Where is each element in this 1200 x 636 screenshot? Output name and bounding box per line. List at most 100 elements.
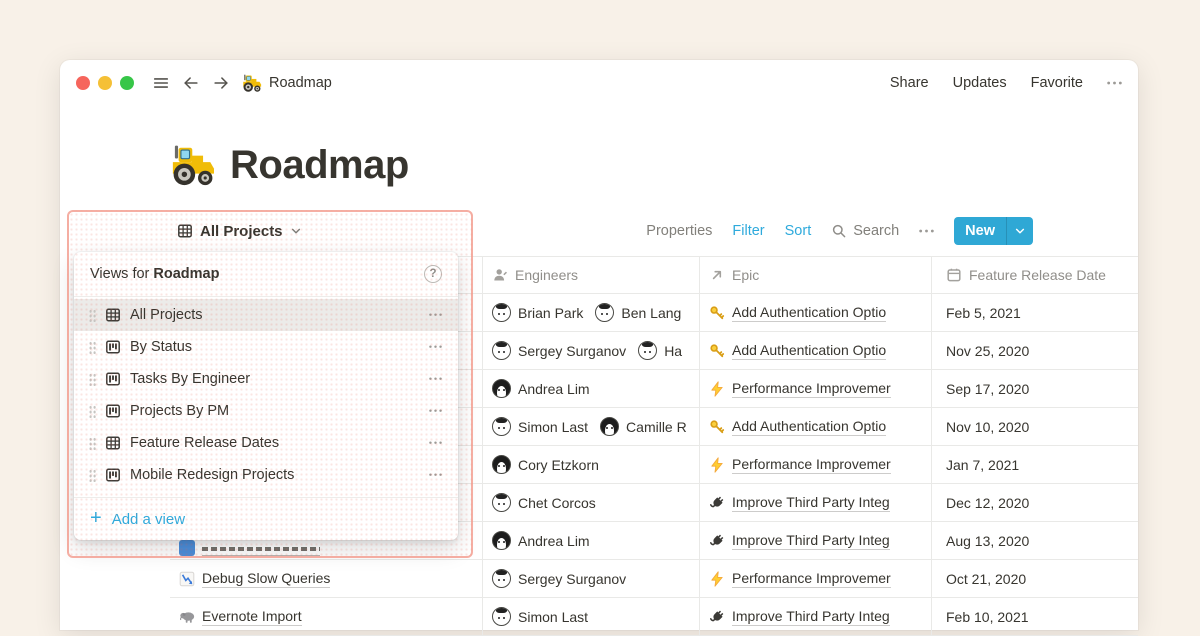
engineer-chip[interactable]: Ben Lang xyxy=(595,303,681,322)
help-icon[interactable]: ? xyxy=(424,265,442,283)
engineer-chip[interactable]: Andrea Lim xyxy=(492,531,590,550)
cell-engineers[interactable]: Chet Corcos xyxy=(483,484,700,521)
cell-release-date[interactable]: Feb 5, 2021 xyxy=(932,294,1138,331)
cell-epic[interactable]: Improve Third Party Integ xyxy=(700,522,932,559)
minimize-window-button[interactable] xyxy=(98,76,112,90)
cell-engineers[interactable]: Brian Park Ben Lang xyxy=(483,294,700,331)
engineer-chip[interactable]: Andrea Lim xyxy=(492,379,590,398)
cell-epic[interactable]: Performance Improvemer xyxy=(700,370,932,407)
cell-engineers[interactable]: Sergey Surganov Ha xyxy=(483,332,700,369)
cell-release-date[interactable]: Feb 10, 2021 xyxy=(932,598,1138,635)
cell-engineers[interactable]: Sergey Surganov xyxy=(483,560,700,597)
cell-release-date[interactable]: Jan 7, 2021 xyxy=(932,446,1138,483)
item-more-button[interactable] xyxy=(429,441,442,444)
table-row[interactable]: Evernote Import Simon Last Improve Third P… xyxy=(170,598,1138,636)
cell-epic[interactable]: Improve Third Party Integ xyxy=(700,484,932,521)
column-header-date[interactable]: Feature Release Date xyxy=(932,257,1138,293)
cell-release-date[interactable]: Aug 13, 2020 xyxy=(932,522,1138,559)
cell-epic[interactable]: Improve Third Party Integ xyxy=(700,598,932,635)
search-button[interactable]: Search xyxy=(831,223,899,239)
cell-epic[interactable]: Performance Improvemer xyxy=(700,446,932,483)
engineer-chip[interactable]: Simon Last xyxy=(492,417,588,436)
cell-epic[interactable]: Add Authentication Optio xyxy=(700,408,932,445)
view-item[interactable]: By Status xyxy=(74,331,458,363)
new-dropdown-button[interactable] xyxy=(1007,217,1033,245)
engineer-chip[interactable]: Camille R xyxy=(600,417,687,436)
engineer-chip[interactable]: Simon Last xyxy=(492,607,588,626)
more-menu-button[interactable] xyxy=(1107,81,1122,85)
forward-arrow-icon[interactable] xyxy=(212,74,230,92)
close-window-button[interactable] xyxy=(76,76,90,90)
cell-engineers[interactable]: Simon Last Camille R xyxy=(483,408,700,445)
breadcrumb[interactable]: Roadmap xyxy=(242,73,332,93)
epic-link[interactable]: Add Authentication Optio xyxy=(732,342,886,360)
item-more-button[interactable] xyxy=(429,409,442,412)
app-window: Roadmap Share Updates Favorite Roadmap A… xyxy=(60,60,1138,630)
view-item[interactable]: Feature Release Dates xyxy=(74,427,458,459)
new-button[interactable]: New xyxy=(954,217,1006,245)
epic-link[interactable]: Add Authentication Optio xyxy=(732,418,886,436)
back-arrow-icon[interactable] xyxy=(182,74,200,92)
drag-handle-icon[interactable] xyxy=(88,468,96,482)
engineer-chip[interactable]: Ha xyxy=(638,341,682,360)
item-more-button[interactable] xyxy=(429,345,442,348)
view-item[interactable]: Projects By PM xyxy=(74,395,458,427)
zoom-window-button[interactable] xyxy=(120,76,134,90)
drag-handle-icon[interactable] xyxy=(88,436,96,450)
page-icon-tractor[interactable] xyxy=(170,142,216,188)
cell-engineers[interactable]: Andrea Lim xyxy=(483,522,700,559)
cell-epic[interactable]: Performance Improvemer xyxy=(700,560,932,597)
epic-link[interactable]: Performance Improvemer xyxy=(732,456,891,474)
page-link[interactable]: Debug Slow Queries xyxy=(202,570,330,588)
engineer-chip[interactable]: Sergey Surganov xyxy=(492,341,626,360)
drag-handle-icon[interactable] xyxy=(88,340,96,354)
properties-button[interactable]: Properties xyxy=(646,223,712,239)
cell-epic[interactable]: Add Authentication Optio xyxy=(700,294,932,331)
view-item[interactable]: Mobile Redesign Projects xyxy=(74,459,458,491)
table-row[interactable]: Debug Slow Queries Sergey Surganov Perform… xyxy=(170,560,1138,598)
column-header-epic[interactable]: Epic xyxy=(700,257,932,293)
epic-link[interactable]: Performance Improvemer xyxy=(732,570,891,588)
drag-handle-icon[interactable] xyxy=(88,308,96,322)
column-header-engineers[interactable]: Engineers xyxy=(483,257,700,293)
cell-engineers[interactable]: Cory Etzkorn xyxy=(483,446,700,483)
updates-button[interactable]: Updates xyxy=(953,75,1007,91)
drag-handle-icon[interactable] xyxy=(88,404,96,418)
sort-button[interactable]: Sort xyxy=(785,223,812,239)
cell-release-date[interactable]: Sep 17, 2020 xyxy=(932,370,1138,407)
item-more-button[interactable] xyxy=(429,313,442,316)
favorite-button[interactable]: Favorite xyxy=(1031,75,1083,91)
share-button[interactable]: Share xyxy=(890,75,929,91)
epic-link[interactable]: Improve Third Party Integ xyxy=(732,494,890,512)
hamburger-icon[interactable] xyxy=(152,74,170,92)
epic-link[interactable]: Improve Third Party Integ xyxy=(732,532,890,550)
cell-release-date[interactable]: Dec 12, 2020 xyxy=(932,484,1138,521)
item-more-button[interactable] xyxy=(429,473,442,476)
epic-link[interactable]: Add Authentication Optio xyxy=(732,304,886,322)
view-item[interactable]: All Projects xyxy=(74,299,458,331)
view-item[interactable]: Tasks By Engineer xyxy=(74,363,458,395)
cell-release-date[interactable]: Oct 21, 2020 xyxy=(932,560,1138,597)
cell-engineers[interactable]: Andrea Lim xyxy=(483,370,700,407)
cell-engineers[interactable]: Simon Last xyxy=(483,598,700,635)
view-switcher-button[interactable]: All Projects xyxy=(177,217,302,245)
cell-release-date[interactable]: Nov 25, 2020 xyxy=(932,332,1138,369)
engineer-chip[interactable]: Brian Park xyxy=(492,303,583,322)
toolbar-more-button[interactable] xyxy=(919,229,934,233)
epic-link[interactable]: Improve Third Party Integ xyxy=(732,608,890,626)
cell-project-name[interactable]: Evernote Import xyxy=(170,598,483,635)
epic-link[interactable]: Performance Improvemer xyxy=(732,380,891,398)
table-toolbar: Properties Filter Sort Search New xyxy=(646,217,1033,245)
cell-project-name[interactable]: Debug Slow Queries xyxy=(170,560,483,597)
engineer-chip[interactable]: Cory Etzkorn xyxy=(492,455,599,474)
engineer-chip[interactable]: Sergey Surganov xyxy=(492,569,626,588)
page-link[interactable]: Evernote Import xyxy=(202,608,302,626)
view-item-label: Tasks By Engineer xyxy=(130,371,250,387)
item-more-button[interactable] xyxy=(429,377,442,380)
add-view-button[interactable]: + Add a view xyxy=(74,498,458,540)
engineer-chip[interactable]: Chet Corcos xyxy=(492,493,596,512)
cell-epic[interactable]: Add Authentication Optio xyxy=(700,332,932,369)
drag-handle-icon[interactable] xyxy=(88,372,96,386)
cell-release-date[interactable]: Nov 10, 2020 xyxy=(932,408,1138,445)
filter-button[interactable]: Filter xyxy=(732,223,764,239)
